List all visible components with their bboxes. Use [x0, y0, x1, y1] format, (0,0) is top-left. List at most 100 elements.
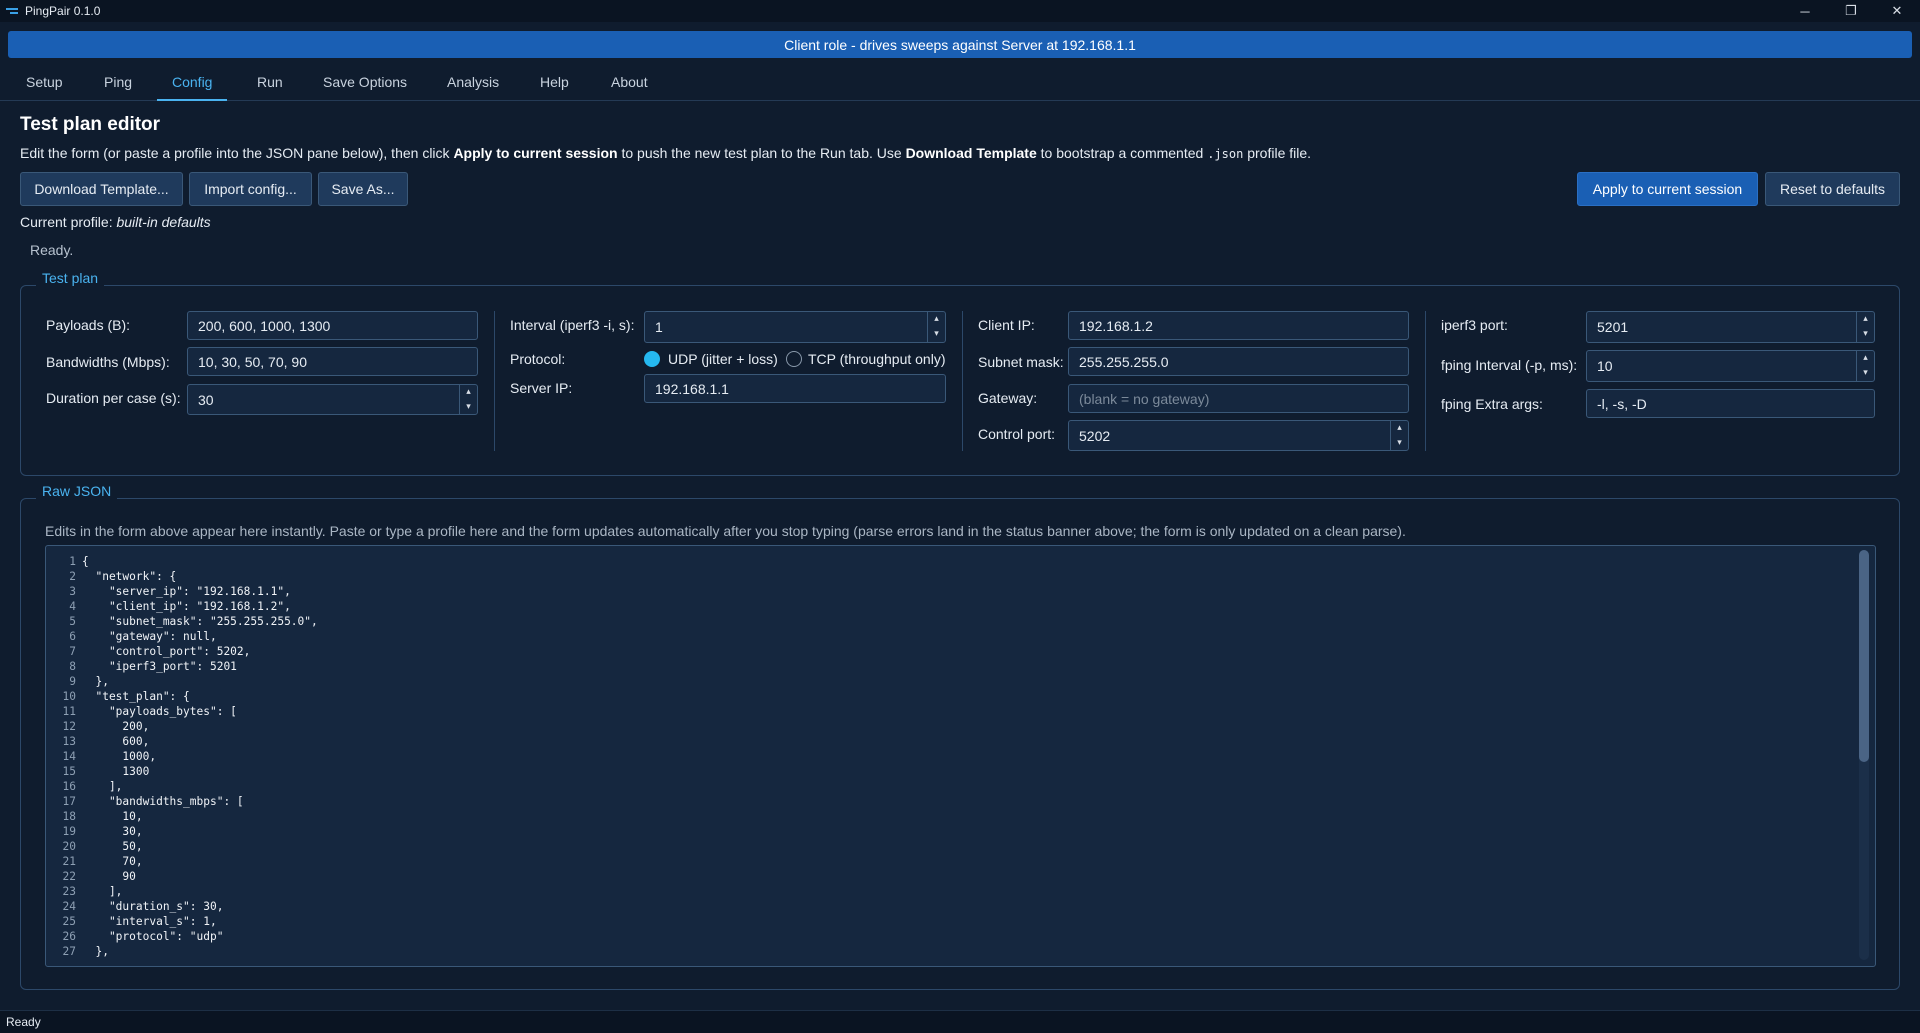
- spin-down-icon[interactable]: ▾: [460, 400, 477, 415]
- minimize-icon[interactable]: ─: [1782, 0, 1828, 22]
- code-line[interactable]: 600,: [82, 734, 1855, 749]
- spin-up-icon[interactable]: ▴: [1857, 312, 1874, 327]
- apply-session-button[interactable]: Apply to current session: [1577, 172, 1758, 206]
- code-line[interactable]: "client_ip": "192.168.1.2",: [82, 599, 1855, 614]
- code-line[interactable]: 1000,: [82, 749, 1855, 764]
- interval-input[interactable]: 1 ▴ ▾: [644, 311, 946, 343]
- tab-analysis[interactable]: Analysis: [447, 64, 499, 100]
- iperf3-port-spinner[interactable]: ▴ ▾: [1856, 312, 1874, 342]
- code-line[interactable]: "bandwidths_mbps": [: [82, 794, 1855, 809]
- json-editor[interactable]: 1 2 3 4 5 6 7 8 9 10 11 12 13 14 15 16 17 18 19 20 21 22 23 24 2…: [45, 545, 1876, 967]
- column-divider: [1425, 311, 1426, 451]
- line-number: 15: [62, 765, 76, 778]
- gateway-label: Gateway:: [978, 390, 1038, 406]
- bandwidths-input[interactable]: 10, 30, 50, 70, 90: [187, 347, 478, 376]
- tab-run[interactable]: Run: [257, 64, 283, 100]
- code-line[interactable]: 200,: [82, 719, 1855, 734]
- code-line[interactable]: "duration_s": 30,: [82, 899, 1855, 914]
- code-line[interactable]: "iperf3_port": 5201: [82, 659, 1855, 674]
- code-line[interactable]: "server_ip": "192.168.1.1",: [82, 584, 1855, 599]
- json-code[interactable]: { "network": { "server_ip": "192.168.1.1…: [82, 554, 1855, 959]
- tab-help[interactable]: Help: [540, 64, 569, 100]
- fping-extra-input[interactable]: -l, -s, -D: [1586, 389, 1875, 418]
- spin-down-icon[interactable]: ▾: [1857, 327, 1874, 342]
- line-number: 22: [62, 870, 76, 883]
- code-line[interactable]: "payloads_bytes": [: [82, 704, 1855, 719]
- udp-label[interactable]: UDP (jitter + loss): [668, 351, 778, 367]
- udp-radio[interactable]: [644, 351, 660, 367]
- subnet-mask-input[interactable]: 255.255.255.0: [1068, 347, 1409, 376]
- tab-about[interactable]: About: [611, 64, 648, 100]
- current-profile: Current profile: built-in defaults: [20, 214, 211, 230]
- tab-save-options[interactable]: Save Options: [323, 64, 407, 100]
- code-line[interactable]: "network": {: [82, 569, 1855, 584]
- status-text: Ready: [6, 1015, 41, 1029]
- reset-defaults-button[interactable]: Reset to defaults: [1765, 172, 1900, 206]
- code-line[interactable]: },: [82, 674, 1855, 689]
- page-title: Test plan editor: [20, 114, 161, 135]
- spin-up-icon[interactable]: ▴: [1391, 421, 1408, 436]
- iperf3-port-label: iperf3 port:: [1441, 317, 1508, 333]
- iperf3-port-input[interactable]: 5201 ▴ ▾: [1586, 311, 1875, 343]
- fping-extra-label: fping Extra args:: [1441, 396, 1543, 412]
- fping-interval-input[interactable]: 10 ▴ ▾: [1586, 350, 1875, 382]
- control-port-spinner[interactable]: ▴ ▾: [1390, 421, 1408, 450]
- tab-config[interactable]: Config: [157, 64, 228, 101]
- tab-setup[interactable]: Setup: [26, 64, 63, 100]
- close-icon[interactable]: ✕: [1874, 0, 1920, 22]
- tab-ping[interactable]: Ping: [104, 64, 132, 100]
- code-line[interactable]: {: [82, 554, 1855, 569]
- code-line[interactable]: "test_plan": {: [82, 689, 1855, 704]
- server-ip-input[interactable]: 192.168.1.1: [644, 374, 946, 403]
- code-line[interactable]: 50,: [82, 839, 1855, 854]
- code-line[interactable]: "subnet_mask": "255.255.255.0",: [82, 614, 1855, 629]
- interval-spinner[interactable]: ▴ ▾: [927, 312, 945, 342]
- tcp-radio[interactable]: [786, 351, 802, 367]
- code-line[interactable]: "interval_s": 1,: [82, 914, 1855, 929]
- code-line[interactable]: 30,: [82, 824, 1855, 839]
- fping-interval-label: fping Interval (-p, ms):: [1441, 357, 1578, 373]
- line-number: 27: [62, 945, 76, 958]
- code-line[interactable]: },: [82, 944, 1855, 959]
- code-line[interactable]: 70,: [82, 854, 1855, 869]
- restore-icon[interactable]: ❐: [1828, 0, 1874, 22]
- code-line[interactable]: ],: [82, 884, 1855, 899]
- raw-json-note: Edits in the form above appear here inst…: [45, 523, 1406, 539]
- import-config-button[interactable]: Import config...: [189, 172, 312, 206]
- code-line[interactable]: 10,: [82, 809, 1855, 824]
- download-template-button[interactable]: Download Template...: [20, 172, 183, 206]
- line-number: 3: [69, 585, 76, 598]
- tcp-label[interactable]: TCP (throughput only): [808, 351, 945, 367]
- save-as-button[interactable]: Save As...: [318, 172, 408, 206]
- control-port-input[interactable]: 5202 ▴ ▾: [1068, 420, 1409, 451]
- editor-scrollbar[interactable]: [1859, 550, 1869, 960]
- column-divider: [494, 311, 495, 451]
- client-ip-input[interactable]: 192.168.1.2: [1068, 311, 1409, 340]
- fping-interval-spinner[interactable]: ▴ ▾: [1856, 351, 1874, 381]
- duration-input[interactable]: 30 ▴ ▾: [187, 384, 478, 415]
- role-banner: Client role - drives sweeps against Serv…: [8, 31, 1912, 58]
- code-line[interactable]: "protocol": "udp": [82, 929, 1855, 944]
- spin-up-icon[interactable]: ▴: [928, 312, 945, 327]
- gateway-input[interactable]: (blank = no gateway): [1068, 384, 1409, 413]
- line-number: 10: [62, 690, 76, 703]
- payloads-label: Payloads (B):: [46, 317, 131, 333]
- interval-label: Interval (iperf3 -i, s):: [510, 317, 635, 333]
- payloads-input[interactable]: 200, 600, 1000, 1300: [187, 311, 478, 340]
- duration-label: Duration per case (s):: [46, 390, 181, 406]
- line-number: 16: [62, 780, 76, 793]
- server-ip-label: Server IP:: [510, 380, 573, 396]
- spin-down-icon[interactable]: ▾: [1391, 436, 1408, 451]
- spin-down-icon[interactable]: ▾: [1857, 366, 1874, 381]
- spin-up-icon[interactable]: ▴: [1857, 351, 1874, 366]
- raw-json-group-title: Raw JSON: [36, 483, 118, 499]
- duration-spinner[interactable]: ▴ ▾: [459, 385, 477, 414]
- code-line[interactable]: 1300: [82, 764, 1855, 779]
- spin-up-icon[interactable]: ▴: [460, 385, 477, 400]
- spin-down-icon[interactable]: ▾: [928, 327, 945, 342]
- code-line[interactable]: "gateway": null,: [82, 629, 1855, 644]
- scrollbar-thumb[interactable]: [1859, 550, 1869, 762]
- code-line[interactable]: 90: [82, 869, 1855, 884]
- code-line[interactable]: ],: [82, 779, 1855, 794]
- code-line[interactable]: "control_port": 5202,: [82, 644, 1855, 659]
